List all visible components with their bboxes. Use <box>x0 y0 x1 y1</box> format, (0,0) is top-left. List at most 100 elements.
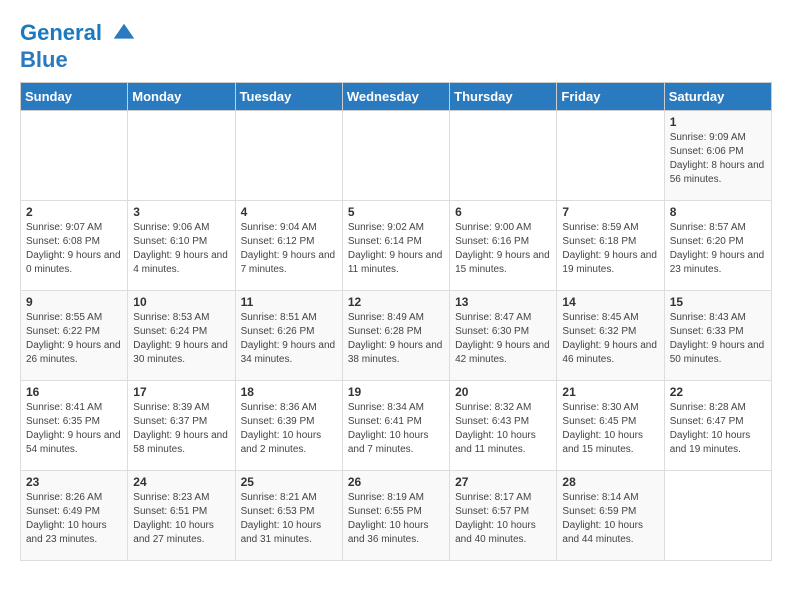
day-content: Sunrise: 8:21 AM Sunset: 6:53 PM Dayligh… <box>241 491 337 547</box>
week-row-1: 1 Sunrise: 9:09 AM Sunset: 6:06 PM Daylig… <box>21 111 772 201</box>
col-header-monday: Monday <box>128 83 235 111</box>
calendar-cell: 2 Sunrise: 9:07 AM Sunset: 6:08 PM Daylig… <box>21 201 128 291</box>
col-header-friday: Friday <box>557 83 664 111</box>
calendar-cell: 8 Sunrise: 8:57 AM Sunset: 6:20 PM Daylig… <box>664 201 771 291</box>
calendar-cell: 10 Sunrise: 8:53 AM Sunset: 6:24 PM Dayli… <box>128 291 235 381</box>
header-row: SundayMondayTuesdayWednesdayThursdayFrid… <box>21 83 772 111</box>
day-number: 9 <box>26 295 122 309</box>
day-number: 5 <box>348 205 444 219</box>
day-content: Sunrise: 8:23 AM Sunset: 6:51 PM Dayligh… <box>133 491 229 547</box>
calendar-cell: 22 Sunrise: 8:28 AM Sunset: 6:47 PM Dayli… <box>664 381 771 471</box>
day-number: 7 <box>562 205 658 219</box>
day-content: Sunrise: 9:09 AM Sunset: 6:06 PM Dayligh… <box>670 131 766 187</box>
day-number: 2 <box>26 205 122 219</box>
day-number: 11 <box>241 295 337 309</box>
day-number: 13 <box>455 295 551 309</box>
calendar-cell: 17 Sunrise: 8:39 AM Sunset: 6:37 PM Dayli… <box>128 381 235 471</box>
day-number: 27 <box>455 475 551 489</box>
calendar-cell: 12 Sunrise: 8:49 AM Sunset: 6:28 PM Dayli… <box>342 291 449 381</box>
day-content: Sunrise: 9:02 AM Sunset: 6:14 PM Dayligh… <box>348 221 444 277</box>
day-number: 3 <box>133 205 229 219</box>
day-number: 28 <box>562 475 658 489</box>
day-content: Sunrise: 8:41 AM Sunset: 6:35 PM Dayligh… <box>26 401 122 457</box>
calendar-cell <box>342 111 449 201</box>
day-number: 10 <box>133 295 229 309</box>
calendar-cell: 3 Sunrise: 9:06 AM Sunset: 6:10 PM Daylig… <box>128 201 235 291</box>
col-header-sunday: Sunday <box>21 83 128 111</box>
day-content: Sunrise: 8:39 AM Sunset: 6:37 PM Dayligh… <box>133 401 229 457</box>
day-content: Sunrise: 8:14 AM Sunset: 6:59 PM Dayligh… <box>562 491 658 547</box>
calendar-cell: 20Sunrise: 8:32 AM Sunset: 6:43 PM Dayli… <box>450 381 557 471</box>
day-content: Sunrise: 8:34 AM Sunset: 6:41 PM Dayligh… <box>348 401 444 457</box>
day-number: 21 <box>562 385 658 399</box>
day-number: 24 <box>133 475 229 489</box>
week-row-2: 2 Sunrise: 9:07 AM Sunset: 6:08 PM Daylig… <box>21 201 772 291</box>
day-number: 8 <box>670 205 766 219</box>
col-header-saturday: Saturday <box>664 83 771 111</box>
calendar-cell: 25 Sunrise: 8:21 AM Sunset: 6:53 PM Dayli… <box>235 471 342 561</box>
calendar-cell: 1 Sunrise: 9:09 AM Sunset: 6:06 PM Daylig… <box>664 111 771 201</box>
day-content: Sunrise: 8:26 AM Sunset: 6:49 PM Dayligh… <box>26 491 122 547</box>
calendar-cell <box>21 111 128 201</box>
day-content: Sunrise: 8:59 AM Sunset: 6:18 PM Dayligh… <box>562 221 658 277</box>
day-number: 1 <box>670 115 766 129</box>
col-header-tuesday: Tuesday <box>235 83 342 111</box>
week-row-3: 9 Sunrise: 8:55 AM Sunset: 6:22 PM Daylig… <box>21 291 772 381</box>
logo: General Blue <box>20 20 138 72</box>
calendar-cell: 23 Sunrise: 8:26 AM Sunset: 6:49 PM Dayli… <box>21 471 128 561</box>
calendar-cell: 6Sunrise: 9:00 AM Sunset: 6:16 PM Daylig… <box>450 201 557 291</box>
calendar-cell <box>235 111 342 201</box>
day-content: Sunrise: 8:17 AM Sunset: 6:57 PM Dayligh… <box>455 491 551 547</box>
calendar-cell: 11 Sunrise: 8:51 AM Sunset: 6:26 PM Dayli… <box>235 291 342 381</box>
logo-icon <box>110 20 138 48</box>
calendar-cell: 26 Sunrise: 8:19 AM Sunset: 6:55 PM Dayli… <box>342 471 449 561</box>
day-number: 20 <box>455 385 551 399</box>
calendar-cell: 28 Sunrise: 8:14 AM Sunset: 6:59 PM Dayli… <box>557 471 664 561</box>
calendar-cell: 4 Sunrise: 9:04 AM Sunset: 6:12 PM Daylig… <box>235 201 342 291</box>
day-number: 16 <box>26 385 122 399</box>
calendar-cell <box>664 471 771 561</box>
day-number: 23 <box>26 475 122 489</box>
day-number: 25 <box>241 475 337 489</box>
calendar-cell: 15Sunrise: 8:43 AM Sunset: 6:33 PM Dayli… <box>664 291 771 381</box>
calendar-cell: 13 Sunrise: 8:47 AM Sunset: 6:30 PM Dayli… <box>450 291 557 381</box>
calendar-cell: 9 Sunrise: 8:55 AM Sunset: 6:22 PM Daylig… <box>21 291 128 381</box>
calendar-cell: 19 Sunrise: 8:34 AM Sunset: 6:41 PM Dayli… <box>342 381 449 471</box>
day-content: Sunrise: 8:47 AM Sunset: 6:30 PM Dayligh… <box>455 311 551 367</box>
calendar-cell <box>450 111 557 201</box>
day-number: 4 <box>241 205 337 219</box>
day-content: Sunrise: 8:49 AM Sunset: 6:28 PM Dayligh… <box>348 311 444 367</box>
day-content: Sunrise: 8:53 AM Sunset: 6:24 PM Dayligh… <box>133 311 229 367</box>
calendar-cell: 5 Sunrise: 9:02 AM Sunset: 6:14 PM Daylig… <box>342 201 449 291</box>
day-content: Sunrise: 8:57 AM Sunset: 6:20 PM Dayligh… <box>670 221 766 277</box>
col-header-thursday: Thursday <box>450 83 557 111</box>
day-content: Sunrise: 8:36 AM Sunset: 6:39 PM Dayligh… <box>241 401 337 457</box>
day-number: 17 <box>133 385 229 399</box>
page-header: General Blue <box>20 20 772 72</box>
week-row-5: 23 Sunrise: 8:26 AM Sunset: 6:49 PM Dayli… <box>21 471 772 561</box>
calendar-cell: 27 Sunrise: 8:17 AM Sunset: 6:57 PM Dayli… <box>450 471 557 561</box>
day-content: Sunrise: 9:07 AM Sunset: 6:08 PM Dayligh… <box>26 221 122 277</box>
calendar-cell <box>128 111 235 201</box>
day-content: Sunrise: 9:04 AM Sunset: 6:12 PM Dayligh… <box>241 221 337 277</box>
week-row-4: 16 Sunrise: 8:41 AM Sunset: 6:35 PM Dayli… <box>21 381 772 471</box>
calendar-cell: 18 Sunrise: 8:36 AM Sunset: 6:39 PM Dayli… <box>235 381 342 471</box>
day-number: 12 <box>348 295 444 309</box>
day-content: Sunrise: 8:55 AM Sunset: 6:22 PM Dayligh… <box>26 311 122 367</box>
logo-text: General Blue <box>20 20 138 72</box>
day-content: Sunrise: 8:51 AM Sunset: 6:26 PM Dayligh… <box>241 311 337 367</box>
day-content: Sunrise: 8:19 AM Sunset: 6:55 PM Dayligh… <box>348 491 444 547</box>
day-number: 18 <box>241 385 337 399</box>
day-content: Sunrise: 9:06 AM Sunset: 6:10 PM Dayligh… <box>133 221 229 277</box>
day-content: Sunrise: 8:28 AM Sunset: 6:47 PM Dayligh… <box>670 401 766 457</box>
day-number: 26 <box>348 475 444 489</box>
day-number: 19 <box>348 385 444 399</box>
day-number: 14 <box>562 295 658 309</box>
calendar-cell: 16 Sunrise: 8:41 AM Sunset: 6:35 PM Dayli… <box>21 381 128 471</box>
day-number: 22 <box>670 385 766 399</box>
day-content: Sunrise: 9:00 AM Sunset: 6:16 PM Dayligh… <box>455 221 551 277</box>
calendar-table: SundayMondayTuesdayWednesdayThursdayFrid… <box>20 82 772 561</box>
calendar-cell: 14Sunrise: 8:45 AM Sunset: 6:32 PM Dayli… <box>557 291 664 381</box>
calendar-cell: 7 Sunrise: 8:59 AM Sunset: 6:18 PM Daylig… <box>557 201 664 291</box>
day-content: Sunrise: 8:30 AM Sunset: 6:45 PM Dayligh… <box>562 401 658 457</box>
